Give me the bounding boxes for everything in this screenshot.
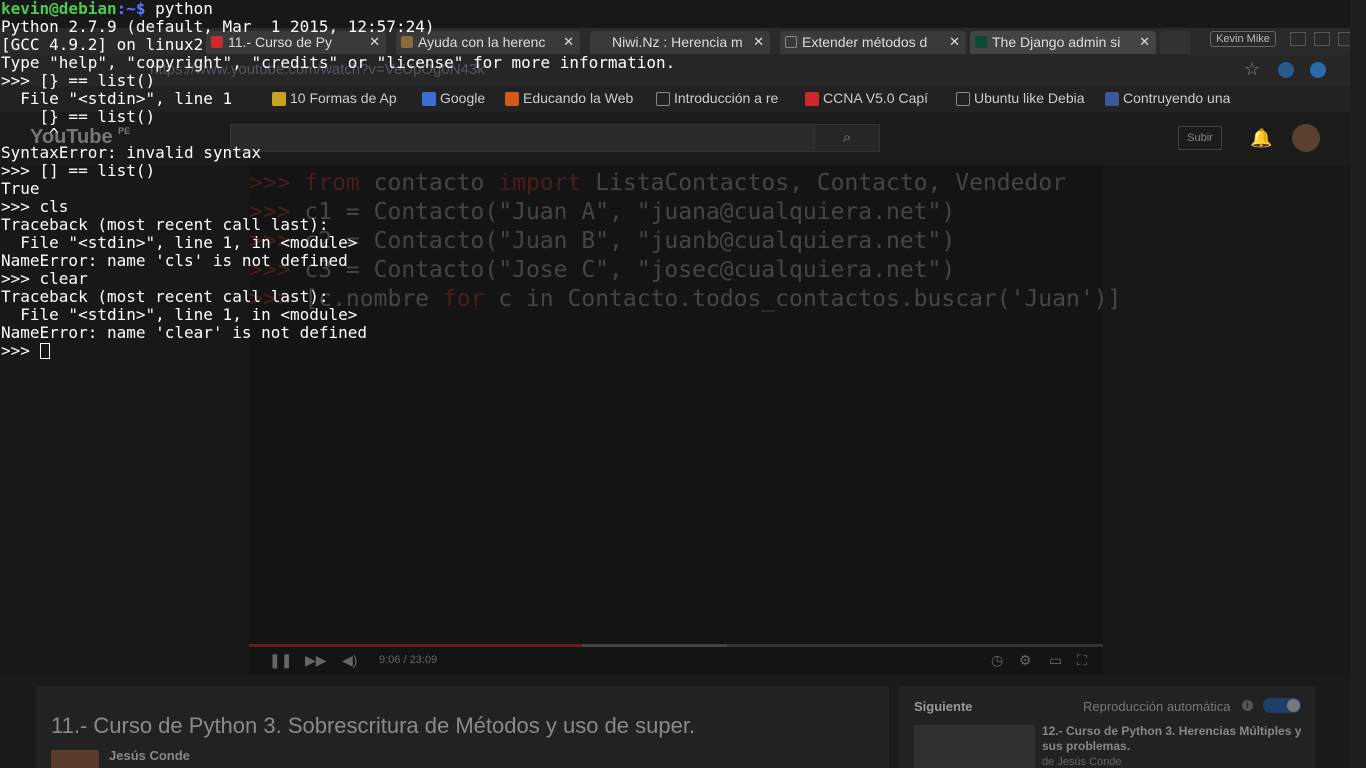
terminal-prompt-line: kevin@debian:~$ python	[1, 0, 213, 18]
terminal-line: Traceback (most recent call last):	[1, 287, 329, 306]
text-cursor	[39, 343, 50, 359]
terminal-line: [} == list()	[1, 107, 156, 126]
terminal-line: >>> clear	[1, 269, 88, 288]
terminal-line: >>> cls	[1, 197, 69, 216]
terminal-line: File "<stdin>", line 1	[1, 89, 233, 108]
terminal-line: NameError: name 'cls' is not defined	[1, 251, 348, 270]
terminal-line: Python 2.7.9 (default, Mar 1 2015, 12:57…	[1, 17, 435, 36]
terminal-line: Type "help", "copyright", "credits" or "…	[1, 53, 676, 72]
terminal-line: SyntaxError: invalid syntax	[1, 143, 262, 162]
terminal-line: File "<stdin>", line 1, in <module>	[1, 233, 358, 252]
python-prompt: >>>	[1, 341, 40, 360]
prompt-path: :~$	[116, 0, 156, 18]
terminal-input-line[interactable]: >>>	[1, 342, 50, 360]
terminal-line: NameError: name 'clear' is not defined	[1, 323, 368, 342]
terminal-line: File "<stdin>", line 1, in <module>	[1, 305, 358, 324]
terminal-window[interactable]: kevin@debian:~$ python Python 2.7.9 (def…	[0, 0, 1366, 768]
terminal-line: >>> [] == list()	[1, 161, 156, 180]
prompt-user: kevin@debian	[1, 0, 117, 18]
command-text: python	[155, 0, 213, 18]
terminal-line: ^	[1, 125, 59, 144]
terminal-line: >>> [} == list()	[1, 71, 156, 90]
terminal-line: Traceback (most recent call last):	[1, 215, 329, 234]
terminal-line: [GCC 4.9.2] on linux2	[1, 35, 204, 54]
terminal-line: True	[1, 179, 40, 198]
